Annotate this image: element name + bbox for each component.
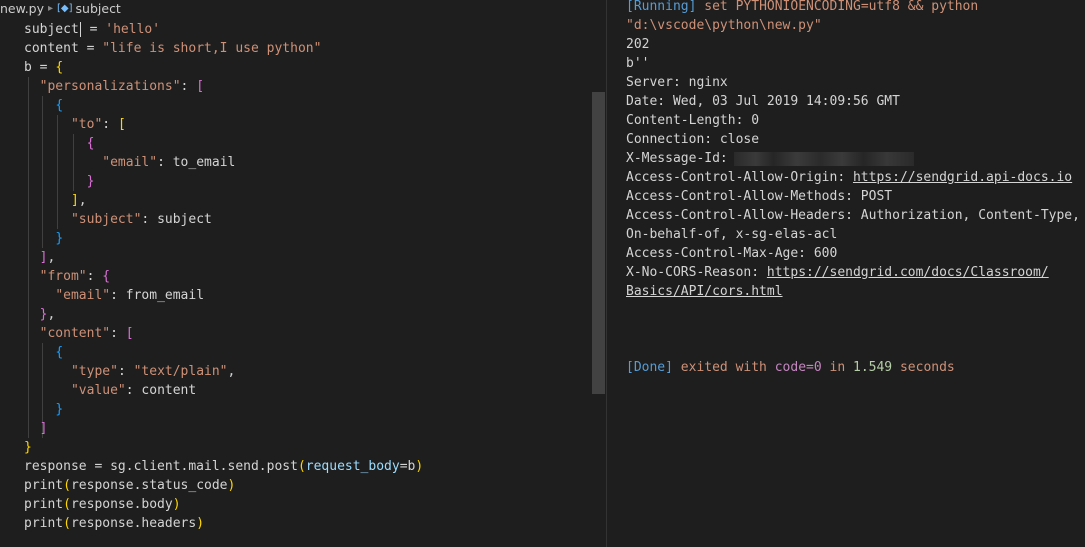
symbol-icon: [◆] bbox=[57, 3, 73, 14]
chevron-right-icon: ▸ bbox=[48, 3, 54, 14]
code-line: } bbox=[24, 440, 32, 455]
code-line: ] bbox=[39, 421, 48, 436]
code-line: "personalizations": [ bbox=[39, 79, 205, 94]
code-line: } bbox=[55, 231, 64, 246]
code-line: ], bbox=[39, 250, 56, 265]
code-line: } bbox=[55, 402, 64, 417]
code-line: "to": [ bbox=[70, 117, 126, 132]
code-line: response = sg.client.mail.send.post(requ… bbox=[24, 459, 424, 474]
output-line: X-No-CORS-Reason: https://sendgrid.com/d… bbox=[626, 265, 1049, 280]
acao-link[interactable]: https://sendgrid.api-docs.io bbox=[853, 170, 1072, 185]
code-editor[interactable]: new.py ▸ [◆] subject subject = 'hello' c… bbox=[0, 0, 606, 547]
code-line: print(response.status_code) bbox=[24, 478, 236, 493]
code-line: "email": from_email bbox=[55, 288, 205, 303]
code-line: subject = 'hello' bbox=[24, 22, 161, 37]
output-line: Content-Length: 0 bbox=[626, 113, 760, 128]
code-line: { bbox=[55, 345, 64, 360]
output-line: Access-Control-Allow-Headers: Authorizat… bbox=[626, 208, 1080, 223]
code-line: "type": "text/plain", bbox=[70, 364, 236, 379]
output-line: Server: nginx bbox=[626, 75, 728, 90]
code-line: "content": [ bbox=[39, 326, 134, 341]
code-line: ], bbox=[70, 193, 87, 208]
breadcrumb: new.py ▸ [◆] subject bbox=[0, 0, 121, 17]
code-line: "email": to_email bbox=[102, 155, 236, 170]
output-line: Date: Wed, 03 Jul 2019 14:09:56 GMT bbox=[626, 94, 900, 109]
code-line: }, bbox=[39, 307, 56, 322]
output-line: [Running] set PYTHONIOENCODING=utf8 && p… bbox=[626, 0, 979, 14]
text-cursor bbox=[79, 22, 81, 37]
editor-scrollbar-thumb[interactable] bbox=[592, 92, 605, 394]
output-line: Access-Control-Allow-Methods: POST bbox=[626, 189, 893, 204]
output-line: b'' bbox=[626, 56, 650, 71]
output-line: Basics/API/cors.html bbox=[626, 282, 1080, 301]
code-line: "from": { bbox=[39, 269, 111, 284]
output-line: Access-Control-Allow-Origin: https://sen… bbox=[626, 170, 1073, 185]
code-line: { bbox=[86, 136, 95, 151]
code-line: { bbox=[55, 98, 64, 113]
code-line: "subject": subject bbox=[70, 212, 212, 227]
code-lines[interactable]: subject = 'hello' content = "life is sho… bbox=[24, 20, 423, 533]
output-line: Connection: close bbox=[626, 132, 760, 147]
output-line: Access-Control-Max-Age: 600 bbox=[626, 246, 838, 261]
output-panel[interactable]: [Running] set PYTHONIOENCODING=utf8 && p… bbox=[607, 0, 1085, 547]
code-line: print(response.body) bbox=[24, 497, 181, 512]
nocors-link-cont[interactable]: Basics/API/cors.html bbox=[626, 284, 783, 299]
code-line: "value": content bbox=[70, 383, 197, 398]
output-line: On-behalf-of, x-sg-elas-acl bbox=[626, 227, 838, 242]
output-line: X-Message-Id: bbox=[626, 149, 1080, 168]
output-lines: [Running] set PYTHONIOENCODING=utf8 && p… bbox=[626, 0, 1080, 377]
output-line: "d:\vscode\python\new.py" bbox=[626, 18, 822, 33]
code-line: print(response.headers) bbox=[24, 516, 205, 531]
code-line: } bbox=[86, 174, 95, 189]
code-line: b = { bbox=[24, 60, 64, 75]
output-line: 202 bbox=[626, 37, 650, 52]
code-line: content = "life is short,I use python" bbox=[24, 41, 322, 56]
redacted-value bbox=[733, 151, 914, 166]
nocors-link[interactable]: https://sendgrid.com/docs/Classroom/ bbox=[767, 265, 1049, 280]
output-line: [Done] exited with code=0 in 1.549 secon… bbox=[626, 360, 955, 375]
breadcrumb-file[interactable]: new.py bbox=[0, 1, 44, 16]
breadcrumb-symbol[interactable]: subject bbox=[76, 1, 121, 16]
